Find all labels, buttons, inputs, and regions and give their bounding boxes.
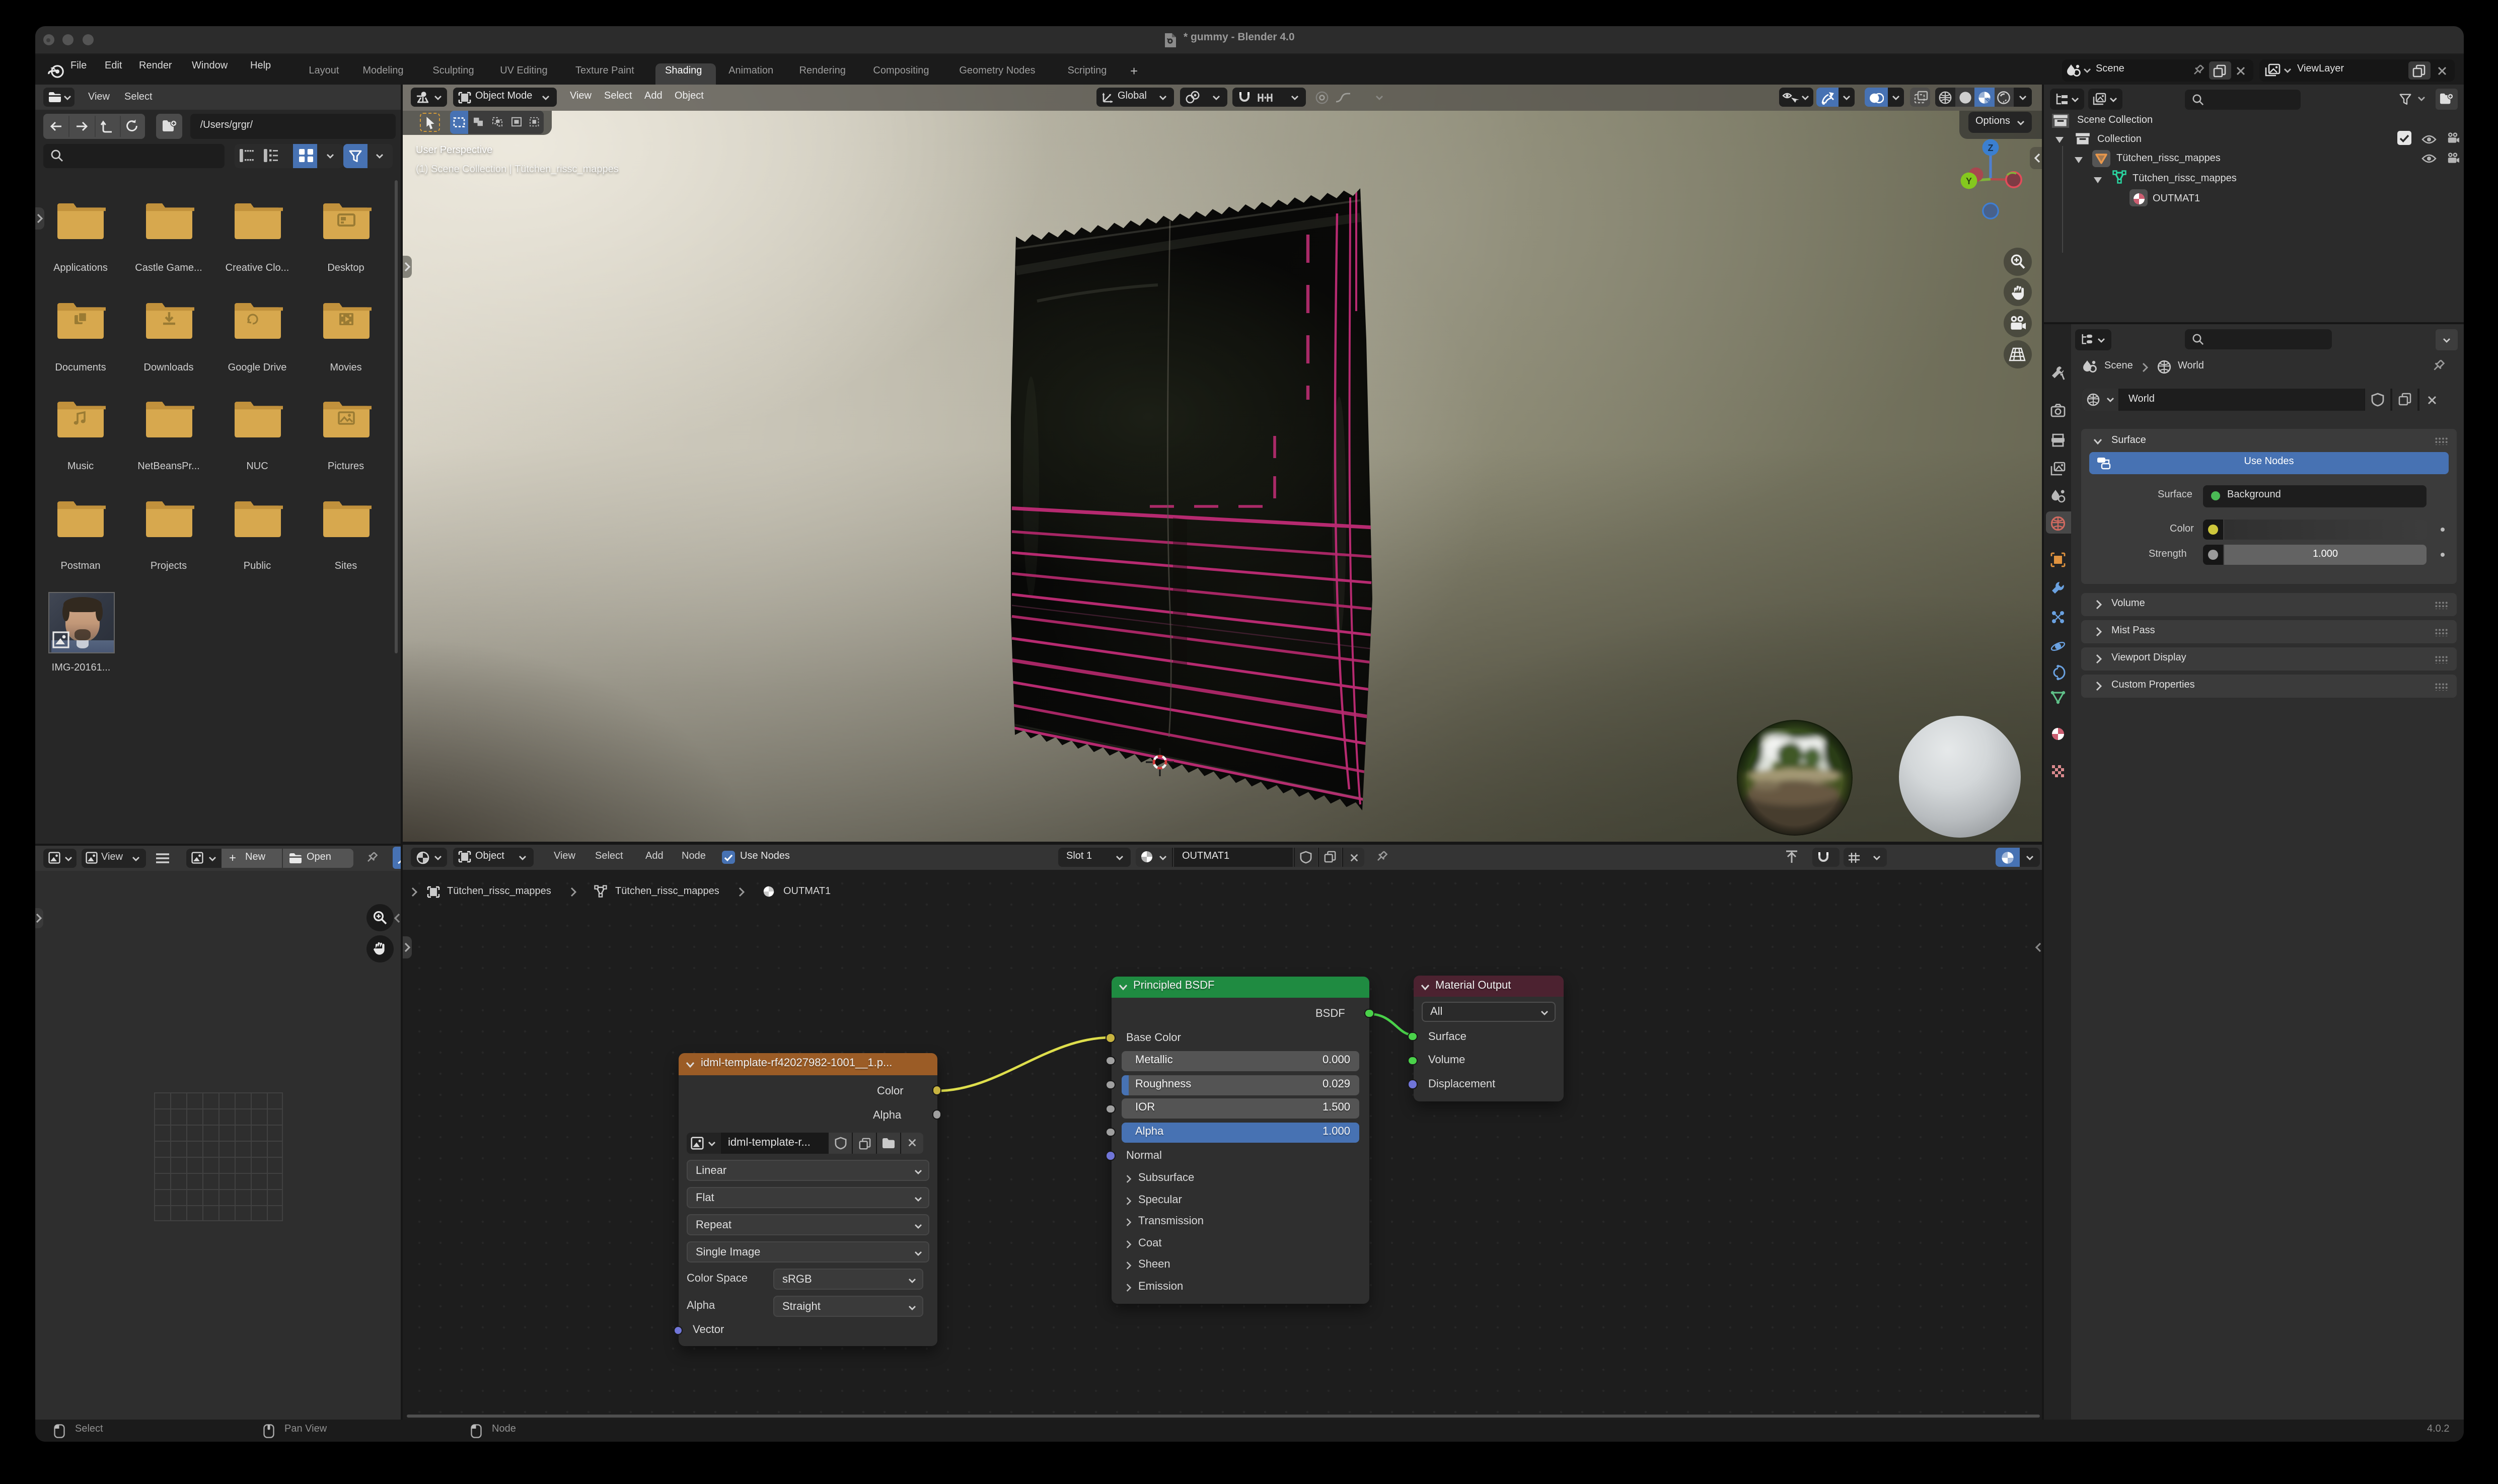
svg-text:Y: Y [1966, 176, 1972, 186]
svg-text:Z: Z [1988, 143, 1994, 153]
